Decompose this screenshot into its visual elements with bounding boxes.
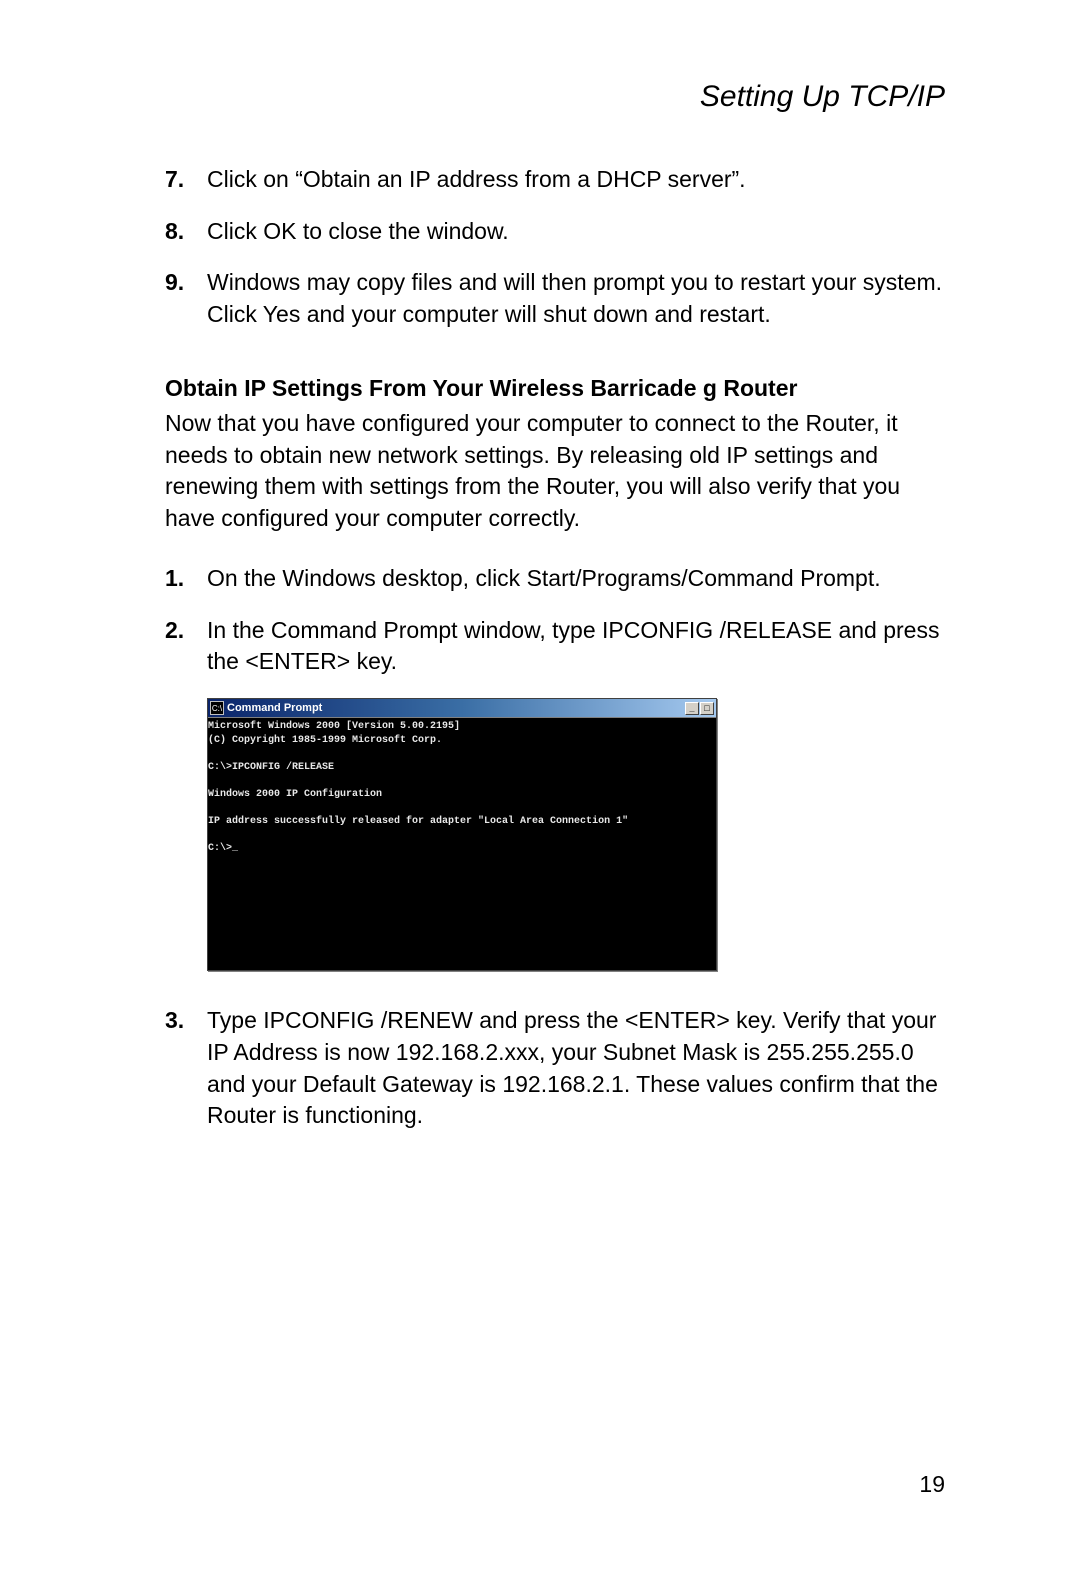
cmd-body[interactable]: Microsoft Windows 2000 [Version 5.00.219… [208,717,716,970]
list-number: 3. [165,1005,207,1037]
ordered-list-b: 1. On the Windows desktop, click Start/P… [165,563,950,678]
list-number: 9. [165,267,207,299]
ordered-list-c: 3. Type IPCONFIG /RENEW and press the <E… [165,1005,950,1132]
cmd-line: Microsoft Windows 2000 [Version 5.00.219… [208,721,460,732]
list-item: 9. Windows may copy files and will then … [165,267,950,330]
list-number: 2. [165,615,207,647]
cmd-line: C:\>IPCONFIG /RELEASE [208,762,334,773]
list-number: 1. [165,563,207,595]
page-number: 19 [919,1471,945,1498]
list-text: Type IPCONFIG /RENEW and press the <ENTE… [207,1005,950,1132]
cmd-title-text: Command Prompt [227,702,685,714]
page-title: Setting Up TCP/IP [165,80,945,114]
list-item: 8. Click OK to close the window. [165,216,950,248]
list-text: In the Command Prompt window, type IPCON… [207,615,950,678]
command-prompt-window: C:\ Command Prompt _ □ Microsoft Windows… [207,698,717,971]
page: Setting Up TCP/IP 7. Click on “Obtain an… [0,0,1080,1570]
cmd-titlebar: C:\ Command Prompt _ □ [208,699,716,717]
section-intro: Now that you have configured your comput… [165,408,950,535]
list-item: 2. In the Command Prompt window, type IP… [165,615,950,678]
minimize-button[interactable]: _ [685,702,699,715]
list-text: Click on “Obtain an IP address from a DH… [207,164,950,196]
cmd-line: IP address successfully released for ada… [208,816,628,827]
list-number: 7. [165,164,207,196]
cmd-prompt-icon: C:\ [210,701,224,715]
cmd-prompt-cursor: C:\>_ [208,842,238,856]
maximize-button[interactable]: □ [700,702,714,715]
list-text: Windows may copy files and will then pro… [207,267,950,330]
list-number: 8. [165,216,207,248]
cmd-window-buttons: _ □ [685,702,714,715]
list-item: 1. On the Windows desktop, click Start/P… [165,563,950,595]
list-text: On the Windows desktop, click Start/Prog… [207,563,950,595]
ordered-list-continued: 7. Click on “Obtain an IP address from a… [165,164,950,331]
section-heading: Obtain IP Settings From Your Wireless Ba… [165,375,950,402]
list-text: Click OK to close the window. [207,216,950,248]
cmd-line: (C) Copyright 1985-1999 Microsoft Corp. [208,735,442,746]
list-item: 3. Type IPCONFIG /RENEW and press the <E… [165,1005,950,1132]
cmd-line: Windows 2000 IP Configuration [208,789,382,800]
list-item: 7. Click on “Obtain an IP address from a… [165,164,950,196]
